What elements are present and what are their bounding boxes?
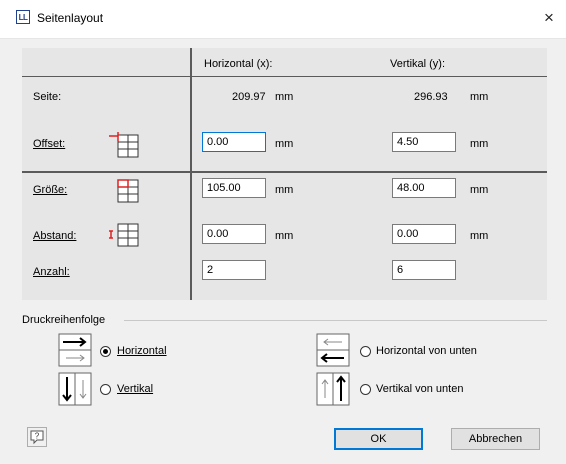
radio-horizontal[interactable] bbox=[100, 346, 111, 357]
spacing-diagram-icon bbox=[109, 223, 139, 247]
print-order-group-label: Druckreihenfolge bbox=[22, 314, 106, 326]
abstand-x-input[interactable]: 0.00 bbox=[202, 224, 266, 244]
anzahl-x-input[interactable]: 2 bbox=[202, 260, 266, 280]
radio-vertical-bottom-label[interactable]: Vertikal von unten bbox=[376, 383, 463, 395]
radio-vertical-bottom[interactable] bbox=[360, 384, 371, 395]
order-vertical-bottom-icon bbox=[316, 372, 350, 406]
order-vertical-icon bbox=[58, 372, 92, 406]
groesse-y-unit: mm bbox=[470, 184, 489, 196]
anzahl-y-input[interactable]: 6 bbox=[392, 260, 456, 280]
section-divider bbox=[22, 171, 547, 173]
help-icon: ? bbox=[30, 430, 44, 445]
seite-x-value: 209.97 bbox=[232, 91, 266, 103]
groesse-x-input[interactable]: 105.00 bbox=[202, 178, 266, 198]
window-title: Seitenlayout bbox=[37, 11, 104, 25]
header-divider bbox=[22, 76, 547, 77]
column-divider bbox=[190, 48, 192, 300]
ok-button[interactable]: OK bbox=[334, 428, 423, 450]
title-bar: LL Seitenlayout × bbox=[0, 0, 566, 39]
label-offset: Offset: bbox=[33, 138, 66, 150]
offset-diagram-icon bbox=[109, 132, 139, 158]
offset-y-input[interactable]: 4.50 bbox=[392, 132, 456, 152]
offset-y-unit: mm bbox=[470, 138, 489, 150]
svg-text:?: ? bbox=[35, 432, 40, 441]
seite-y-unit: mm bbox=[470, 91, 489, 103]
label-seite: Seite: bbox=[33, 91, 62, 103]
offset-x-input[interactable]: 0.00 bbox=[202, 132, 266, 152]
app-icon: LL bbox=[16, 10, 30, 24]
label-anzahl: Anzahl: bbox=[33, 266, 70, 278]
abstand-y-input[interactable]: 0.00 bbox=[392, 224, 456, 244]
groesse-x-unit: mm bbox=[275, 184, 294, 196]
help-button[interactable]: ? bbox=[27, 427, 47, 447]
radio-vertical[interactable] bbox=[100, 384, 111, 395]
radio-horizontal-bottom[interactable] bbox=[360, 346, 371, 357]
seite-x-unit: mm bbox=[275, 91, 294, 103]
offset-x-unit: mm bbox=[275, 138, 294, 150]
size-diagram-icon bbox=[117, 179, 139, 203]
group-separator bbox=[124, 320, 547, 321]
abstand-x-unit: mm bbox=[275, 230, 294, 242]
order-horizontal-bottom-icon bbox=[316, 333, 350, 367]
label-groesse: Größe: bbox=[33, 184, 68, 196]
seite-y-value: 296.93 bbox=[414, 91, 448, 103]
column-header-horizontal: Horizontal (x): bbox=[204, 58, 273, 70]
label-abstand: Abstand: bbox=[33, 230, 77, 242]
cancel-button[interactable]: Abbrechen bbox=[451, 428, 540, 450]
radio-horizontal-bottom-label[interactable]: Horizontal von unten bbox=[376, 345, 477, 357]
close-button[interactable]: × bbox=[536, 6, 562, 30]
radio-vertical-label[interactable]: Vertikal bbox=[117, 383, 153, 395]
layout-grid: Horizontal (x): Vertikal (y): Seite: 209… bbox=[22, 48, 547, 300]
order-horizontal-icon bbox=[58, 333, 92, 367]
groesse-y-input[interactable]: 48.00 bbox=[392, 178, 456, 198]
column-header-vertical: Vertikal (y): bbox=[390, 58, 446, 70]
radio-horizontal-label[interactable]: Horizontal bbox=[117, 345, 167, 357]
abstand-y-unit: mm bbox=[470, 230, 489, 242]
